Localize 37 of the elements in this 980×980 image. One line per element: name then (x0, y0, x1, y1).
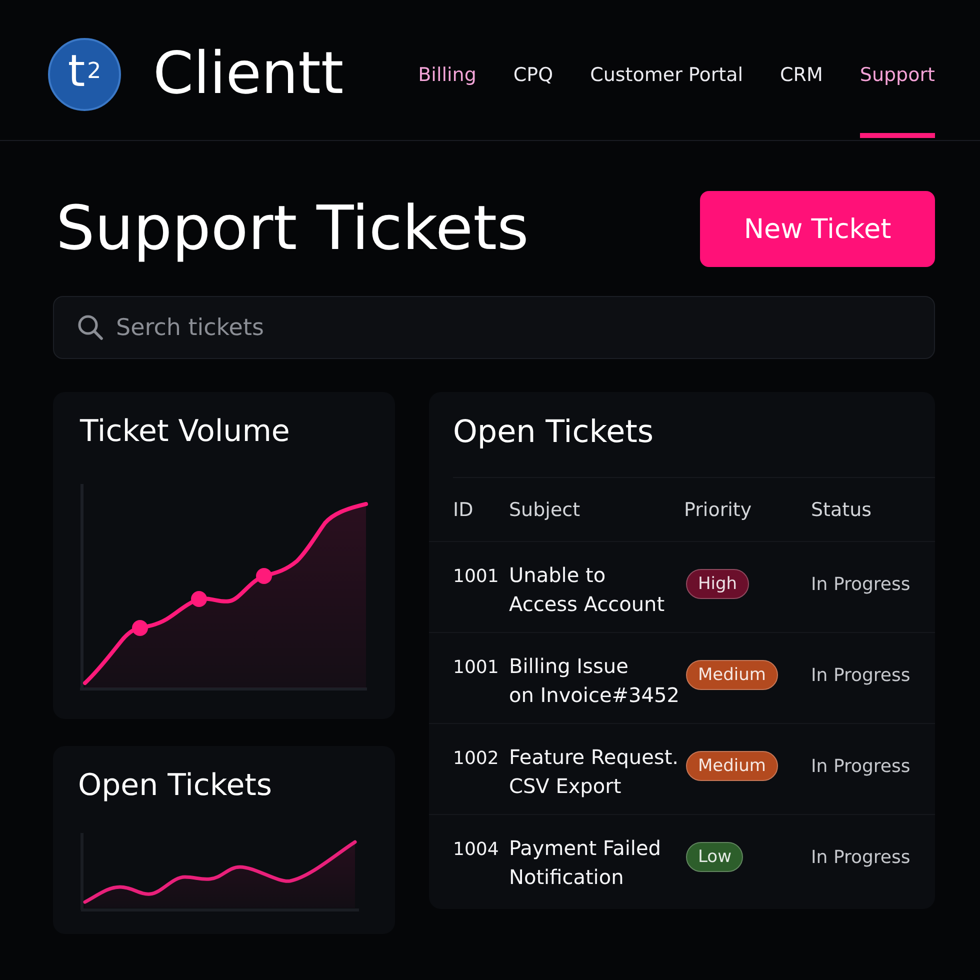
column-header: Priority (684, 498, 752, 520)
priority-badge: Medium (686, 751, 778, 781)
column-header: Subject (509, 498, 580, 520)
nav-tab[interactable]: Billing (418, 62, 476, 88)
nav-tab[interactable]: CPQ (513, 62, 554, 88)
ticket-status: In Progress (811, 755, 910, 779)
ticket-subject: Payment Failed Notification (509, 835, 661, 891)
chart-point (132, 620, 148, 636)
page-title: Support Tickets (56, 192, 529, 266)
card-title: Open Tickets (453, 414, 654, 450)
chart-point (256, 568, 272, 584)
nav-tab[interactable]: Support (860, 62, 935, 138)
chart-point (191, 591, 207, 607)
nav-tab[interactable]: CRM (780, 62, 823, 88)
card-title: Ticket Volume (80, 414, 290, 450)
new-ticket-button[interactable]: New Ticket (700, 191, 935, 267)
logo-mark: t$^{2}$ (48, 38, 121, 110)
ticket-status: In Progress (811, 846, 910, 870)
ticket-subject: Billing Issue on Invoice#3452 (509, 653, 680, 709)
ticket-id: 1002 (453, 747, 499, 771)
brand-name: Clientt (153, 42, 344, 106)
priority-badge: Medium (686, 660, 778, 690)
ticket-id: 1001 (453, 565, 499, 589)
ticket-status: In Progress (811, 664, 910, 688)
nav-tab[interactable]: Customer Portal (590, 62, 744, 88)
card-title: Open Tickets (78, 768, 272, 804)
search-icon (77, 314, 103, 340)
search-field[interactable]: Serch tickets (53, 296, 935, 359)
ticket-subject: Feature Request. CSV Export (509, 744, 679, 800)
priority-badge: Low (686, 842, 744, 872)
column-header: ID (453, 498, 474, 520)
ticket-status: In Progress (811, 573, 910, 597)
ticket-subject: Unable to Access Account (509, 562, 665, 618)
ticket-id: 1001 (453, 656, 499, 680)
column-header: Status (811, 498, 872, 520)
ticket-id: 1004 (453, 838, 499, 862)
priority-badge: High (686, 569, 750, 599)
